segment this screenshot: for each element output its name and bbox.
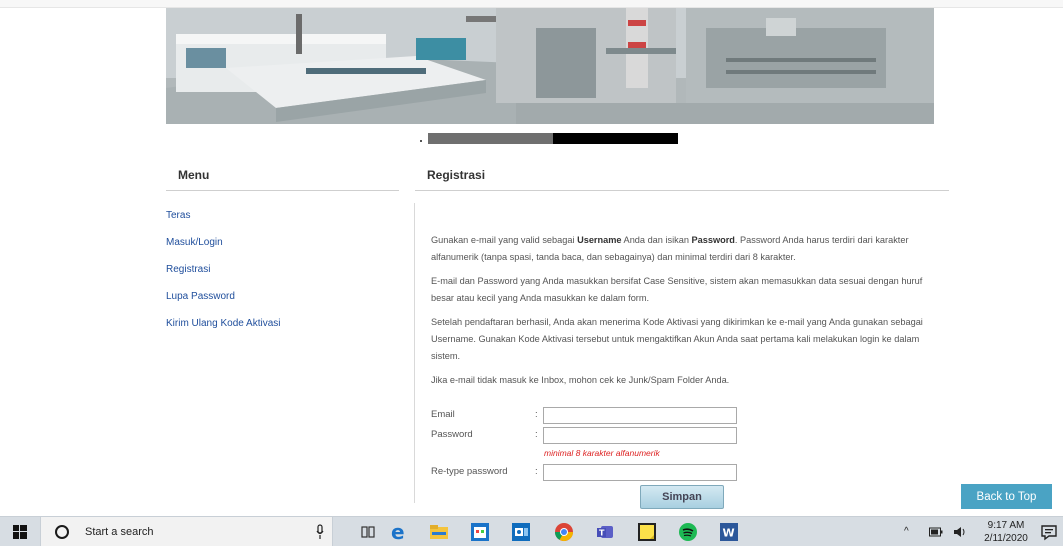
lupa-password-link[interactable]: Lupa Password bbox=[166, 291, 235, 302]
cortana-icon bbox=[55, 525, 69, 539]
progress-bar-fill bbox=[428, 133, 553, 144]
password-colon: : bbox=[535, 429, 538, 440]
outlook-icon[interactable] bbox=[511, 522, 531, 542]
sticky-notes-icon[interactable] bbox=[637, 522, 657, 542]
teras-link[interactable]: Teras bbox=[166, 210, 190, 221]
spotify-icon[interactable] bbox=[678, 522, 698, 542]
simpan-button[interactable]: Simpan bbox=[640, 485, 724, 509]
retype-password-colon: : bbox=[535, 466, 538, 477]
file-explorer-icon[interactable] bbox=[429, 522, 449, 542]
password-label: Password bbox=[431, 429, 473, 440]
edge-icon[interactable]: e bbox=[389, 522, 409, 542]
email-label: Email bbox=[431, 409, 455, 420]
task-view-icon[interactable] bbox=[358, 522, 378, 542]
microphone-icon[interactable] bbox=[316, 524, 324, 540]
instruction-paragraph-2: E-mail dan Password yang Anda masukkan b… bbox=[431, 276, 923, 303]
taskbar-clock[interactable]: 9:17 AM 2/11/2020 bbox=[978, 519, 1034, 545]
windows-taskbar: Start a search e T W ^ 9:17 AM 2/11/2020 bbox=[0, 516, 1063, 546]
content-divider bbox=[414, 203, 415, 503]
menu-title: Menu bbox=[178, 168, 210, 182]
password-field[interactable] bbox=[543, 427, 737, 444]
registration-progress-bar bbox=[428, 133, 678, 144]
taskbar-search-box[interactable]: Start a search bbox=[40, 517, 333, 546]
registration-instructions: Gunakan e-mail yang valid sebagai Userna… bbox=[431, 232, 941, 396]
store-icon[interactable] bbox=[470, 522, 490, 542]
email-field[interactable] bbox=[543, 407, 737, 424]
sidebar-menu: Teras Masuk/Login Registrasi Lupa Passwo… bbox=[166, 205, 281, 340]
retype-password-field[interactable] bbox=[543, 464, 737, 481]
notification-icon[interactable] bbox=[1040, 523, 1058, 541]
volume-icon[interactable] bbox=[954, 526, 968, 538]
retype-password-label: Re-type password bbox=[431, 466, 508, 477]
instruction-paragraph-4: Jika e-mail tidak masuk ke Inbox, mohon … bbox=[431, 375, 730, 385]
sidebar-item-lupa-password: Lupa Password bbox=[166, 286, 281, 313]
svg-text:T: T bbox=[599, 529, 605, 538]
email-colon: : bbox=[535, 409, 538, 420]
progress-bullet bbox=[420, 140, 422, 142]
sidebar-item-teras: Teras bbox=[166, 205, 281, 232]
registrasi-link[interactable]: Registrasi bbox=[166, 264, 210, 275]
teams-icon[interactable]: T bbox=[596, 522, 616, 542]
instruction-paragraph-1: Gunakan e-mail yang valid sebagai Userna… bbox=[431, 235, 909, 262]
instruction-paragraph-3: Setelah pendaftaran berhasil, Anda akan … bbox=[431, 317, 923, 361]
sidebar-item-registrasi: Registrasi bbox=[166, 259, 281, 286]
chrome-icon[interactable] bbox=[554, 522, 574, 542]
header-banner-image bbox=[166, 8, 934, 124]
clock-date: 2/11/2020 bbox=[984, 533, 1028, 544]
kirim-ulang-kode-aktivasi-link[interactable]: Kirim Ulang Kode Aktivasi bbox=[166, 318, 281, 329]
svg-text:e: e bbox=[391, 522, 405, 542]
search-placeholder: Start a search bbox=[85, 526, 154, 538]
svg-text:W: W bbox=[723, 527, 735, 540]
chevron-up-icon[interactable]: ^ bbox=[904, 526, 909, 537]
menu-divider bbox=[166, 190, 399, 191]
browser-top-strip bbox=[0, 0, 1063, 8]
password-hint: minimal 8 karakter alfanumerik bbox=[544, 448, 660, 458]
start-button[interactable] bbox=[0, 517, 40, 546]
battery-icon[interactable] bbox=[929, 527, 943, 537]
masuk-login-link[interactable]: Masuk/Login bbox=[166, 237, 223, 248]
sidebar-item-masuk-login: Masuk/Login bbox=[166, 232, 281, 259]
title-divider bbox=[415, 190, 949, 191]
word-icon[interactable]: W bbox=[719, 522, 739, 542]
page-title: Registrasi bbox=[427, 168, 486, 182]
back-to-top-button[interactable]: Back to Top bbox=[961, 484, 1052, 509]
windows-logo-icon bbox=[13, 525, 27, 539]
clock-time: 9:17 AM bbox=[987, 520, 1025, 531]
sidebar-item-kirim-ulang: Kirim Ulang Kode Aktivasi bbox=[166, 313, 281, 340]
